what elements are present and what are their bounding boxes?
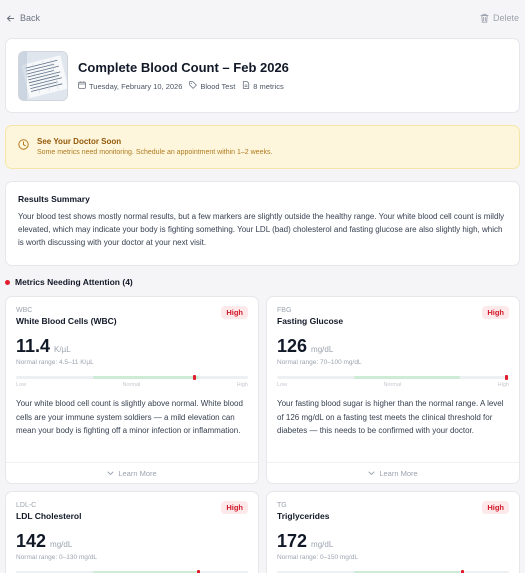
page-title: Complete Blood Count – Feb 2026 bbox=[78, 60, 289, 75]
metric-name: White Blood Cells (WBC) bbox=[16, 316, 117, 326]
chevron-down-icon bbox=[107, 469, 114, 478]
delete-label: Delete bbox=[492, 13, 519, 23]
report-metrics-count: 8 metrics bbox=[242, 81, 284, 91]
back-label: Back bbox=[20, 13, 41, 23]
range-label-high: High bbox=[497, 382, 509, 388]
metric-description: Your white blood cell count is slightly … bbox=[16, 399, 243, 435]
top-bar: Back Delete bbox=[0, 0, 525, 36]
normal-range: Normal range: 0–130 mg/dL bbox=[16, 554, 97, 561]
doctor-alert: See Your Doctor Soon Some metrics need m… bbox=[5, 125, 520, 169]
trash-icon bbox=[480, 13, 489, 23]
metric-card-tg[interactable]: TG Triglycerides High 172 mg/dL Normal r… bbox=[266, 491, 520, 573]
metric-abbr: LDL-C bbox=[16, 502, 37, 509]
normal-range: Normal range: 70–100 mg/dL bbox=[277, 359, 362, 366]
metric-value: 172 bbox=[277, 531, 308, 551]
report-metrics-count-label: 8 metrics bbox=[253, 81, 284, 91]
report-type: Blood Test bbox=[189, 81, 235, 91]
range-labels: Low Normal High bbox=[16, 382, 248, 388]
metric-value-row: 126 mg/dL bbox=[277, 336, 509, 357]
chevron-down-icon bbox=[368, 469, 375, 478]
metric-card-wbc[interactable]: WBC White Blood Cells (WBC) High 11.4 K/… bbox=[5, 296, 259, 484]
normal-zone bbox=[353, 376, 461, 379]
normal-range: Normal range: 0–150 mg/dL bbox=[277, 554, 358, 561]
report-header: Complete Blood Count – Feb 2026 Tuesday,… bbox=[5, 38, 520, 113]
metric-name: LDL Cholesterol bbox=[16, 511, 82, 521]
report-date: Tuesday, February 10, 2026 bbox=[78, 81, 182, 91]
metric-value-row: 172 mg/dL bbox=[277, 531, 509, 552]
alert-dot-icon bbox=[5, 279, 10, 285]
learn-more-label: Learn More bbox=[118, 468, 157, 478]
summary-heading: Results Summary bbox=[18, 194, 90, 204]
metric-unit: K/µL bbox=[54, 345, 71, 354]
metric-value: 11.4 bbox=[16, 336, 51, 356]
metric-value: 126 bbox=[277, 336, 308, 356]
document-icon bbox=[242, 81, 250, 91]
back-button[interactable]: Back bbox=[6, 13, 40, 23]
alert-title: See Your Doctor Soon bbox=[37, 137, 122, 146]
metric-value-row: 11.4 K/µL bbox=[16, 336, 248, 357]
metric-value-row: 142 mg/dL bbox=[16, 531, 248, 552]
learn-more-button[interactable]: Learn More bbox=[267, 462, 519, 483]
calendar-icon bbox=[78, 81, 86, 91]
report-thumbnail bbox=[18, 50, 68, 101]
alert-body: Some metrics need monitoring. Schedule a… bbox=[37, 149, 273, 156]
metric-name: Fasting Glucose bbox=[277, 316, 344, 326]
status-badge: High bbox=[221, 306, 248, 319]
value-marker bbox=[192, 375, 196, 380]
metric-value: 142 bbox=[16, 531, 47, 551]
arrow-left-icon bbox=[6, 14, 15, 23]
report-meta: Tuesday, February 10, 2026 Blood Test 8 … bbox=[78, 81, 289, 91]
attention-heading: Metrics Needing Attention (4) bbox=[5, 277, 133, 287]
status-badge: High bbox=[482, 306, 509, 319]
range-label-low: Low bbox=[277, 382, 288, 388]
delete-button[interactable]: Delete bbox=[480, 13, 519, 23]
value-marker bbox=[504, 375, 508, 380]
metric-unit: mg/dL bbox=[50, 540, 73, 549]
normal-range: Normal range: 4.5–11 K/µL bbox=[16, 359, 94, 366]
metric-name: Triglycerides bbox=[277, 511, 330, 521]
range-labels: Low Normal High bbox=[277, 382, 509, 388]
summary-text: Your blood test shows mostly normal resu… bbox=[18, 212, 505, 247]
alert-content: See Your Doctor Soon Some metrics need m… bbox=[37, 137, 272, 157]
range-label-low: Low bbox=[16, 382, 27, 388]
metric-unit: mg/dL bbox=[311, 540, 334, 549]
report-type-label: Blood Test bbox=[200, 81, 236, 91]
status-badge: High bbox=[482, 501, 509, 514]
learn-more-label: Learn More bbox=[379, 468, 418, 478]
metric-card-fbg[interactable]: FBG Fasting Glucose High 126 mg/dL Norma… bbox=[266, 296, 520, 484]
metric-abbr: FBG bbox=[277, 307, 292, 314]
report-info: Complete Blood Count – Feb 2026 Tuesday,… bbox=[78, 60, 289, 91]
report-date-label: Tuesday, February 10, 2026 bbox=[89, 81, 183, 91]
range-bar bbox=[277, 375, 509, 380]
learn-more-button[interactable]: Learn More bbox=[6, 462, 258, 483]
metric-unit: mg/dL bbox=[311, 345, 334, 354]
tag-icon bbox=[189, 81, 198, 91]
attention-heading-label: Metrics Needing Attention (4) bbox=[15, 277, 133, 287]
metric-abbr: WBC bbox=[16, 307, 33, 314]
results-summary: Results Summary Your blood test shows mo… bbox=[5, 181, 520, 266]
clock-icon bbox=[18, 137, 29, 157]
metric-card-ldl[interactable]: LDL-C LDL Cholesterol High 142 mg/dL Nor… bbox=[5, 491, 259, 573]
normal-zone bbox=[92, 376, 200, 379]
metric-abbr: TG bbox=[277, 502, 287, 509]
range-bar bbox=[16, 375, 248, 380]
metric-description: Your fasting blood sugar is higher than … bbox=[277, 399, 504, 435]
range-label-high: High bbox=[236, 382, 248, 388]
range-label-normal: Normal bbox=[122, 382, 141, 388]
status-badge: High bbox=[221, 501, 248, 514]
range-label-normal: Normal bbox=[383, 382, 402, 388]
